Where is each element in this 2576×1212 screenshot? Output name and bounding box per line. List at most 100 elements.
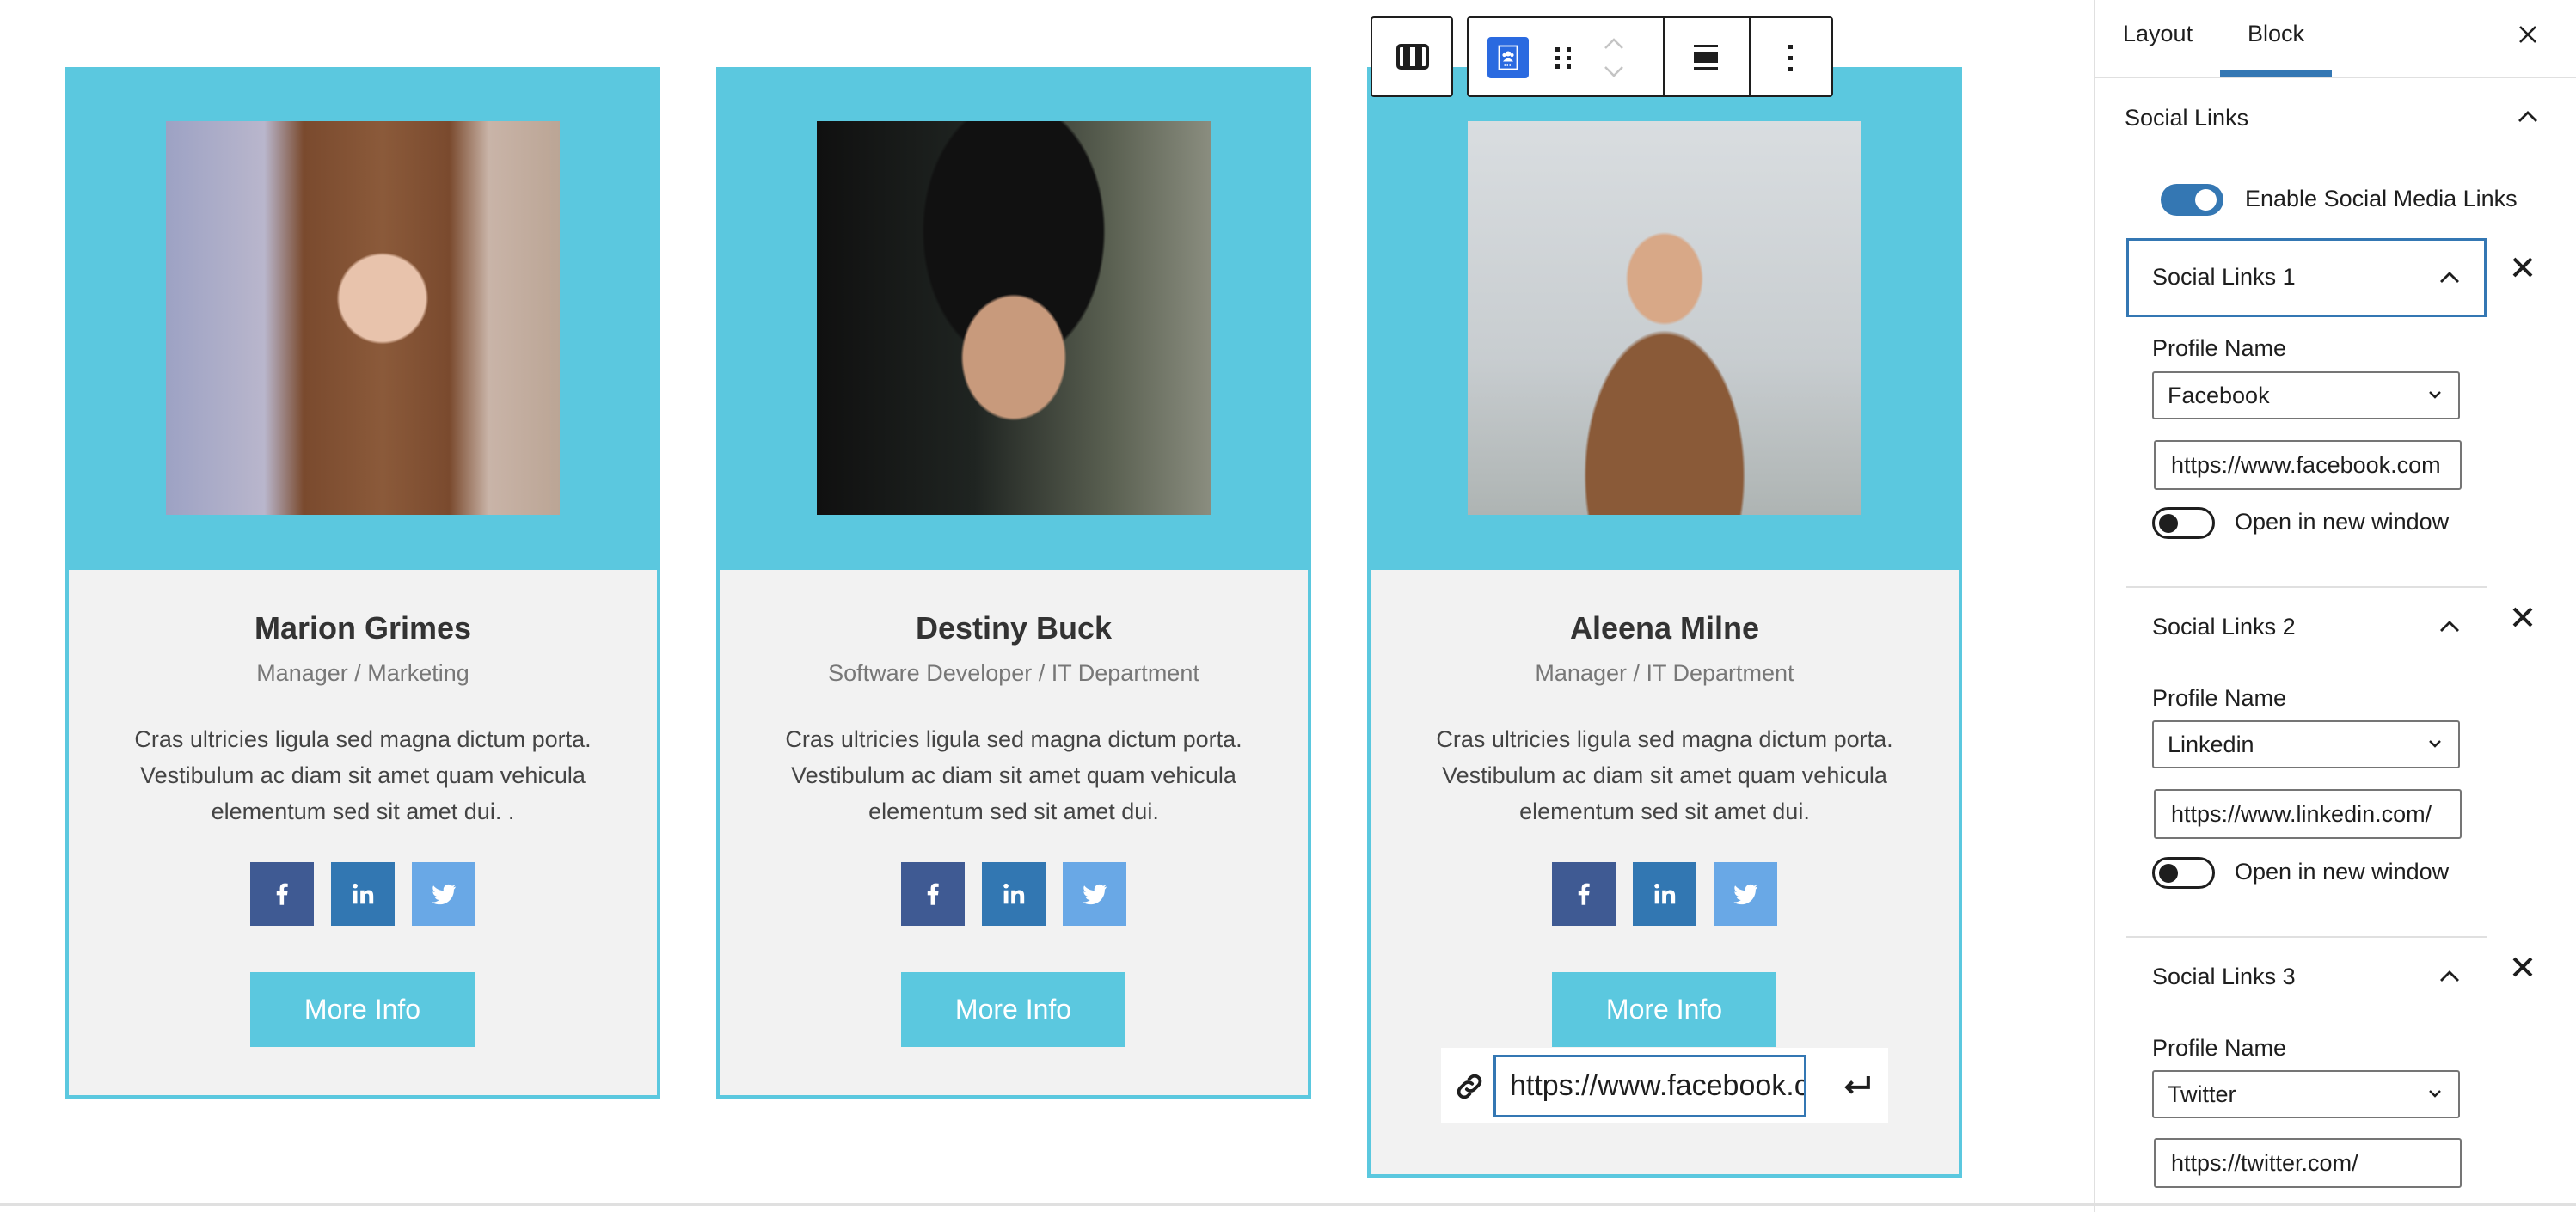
member-description[interactable]: Cras ultricies ligula sed magna dictum p… (103, 721, 623, 829)
member-description[interactable]: Cras ultricies ligula sed magna dictum p… (1405, 721, 1924, 829)
submit-link-button[interactable] (1838, 1067, 1876, 1105)
social-links (69, 862, 657, 926)
canvas-bottom-border (0, 1203, 2094, 1206)
sidebar-bottom-border (2095, 1203, 2576, 1206)
select-value: Linkedin (2168, 731, 2254, 757)
enable-social-label: Enable Social Media Links (2245, 186, 2518, 211)
section-divider (2126, 586, 2487, 588)
enable-social-toggle[interactable] (2161, 184, 2223, 216)
open-new-window-label: Open in new window (2235, 859, 2450, 885)
active-tab-indicator (2220, 70, 2332, 77)
member-photo[interactable] (1468, 121, 1861, 515)
twitter-icon (1731, 879, 1760, 909)
chevron-down-icon (2429, 740, 2441, 748)
social-links (1371, 862, 1959, 926)
link-icon (1453, 1070, 1486, 1103)
link-url-input[interactable] (1493, 1055, 1806, 1117)
select-parent-button[interactable] (1371, 16, 1453, 97)
link-popover (1441, 1048, 1888, 1123)
block-settings-sidebar: Layout Block Social Links Enable Social … (2094, 0, 2576, 1212)
twitter-icon (429, 879, 458, 909)
more-info-button[interactable]: More Info (250, 972, 475, 1047)
profile-name-select[interactable]: Facebook (2152, 371, 2460, 419)
twitter-link[interactable] (1714, 862, 1777, 926)
chevron-down-icon (2429, 391, 2441, 399)
facebook-link[interactable] (1552, 862, 1616, 926)
move-up-button[interactable] (1599, 34, 1628, 54)
tabs-divider (2095, 77, 2576, 78)
chevron-up-icon[interactable] (2438, 970, 2461, 983)
facebook-link[interactable] (250, 862, 314, 926)
social-link-3-title[interactable]: Social Links 3 (2152, 964, 2296, 990)
select-value: Facebook (2168, 382, 2270, 408)
more-info-button[interactable]: More Info (1552, 972, 1776, 1047)
profile-name-select[interactable]: Linkedin (2152, 720, 2460, 768)
linkedin-link[interactable] (331, 862, 395, 926)
move-down-button[interactable] (1599, 61, 1628, 82)
collapse-panel-icon[interactable] (2517, 110, 2539, 124)
card-header (1371, 70, 1959, 570)
align-wide-icon[interactable] (1690, 42, 1721, 73)
open-new-window-toggle[interactable] (2152, 857, 2215, 889)
more-options-icon[interactable] (1778, 40, 1804, 75)
member-role[interactable]: Software Developer / IT Department (720, 660, 1308, 687)
toolbar-divider (1663, 18, 1665, 95)
profile-url-input[interactable]: https://twitter.com/ (2154, 1138, 2462, 1188)
toggle-knob (2159, 864, 2178, 883)
chevron-up-icon[interactable] (2438, 271, 2461, 285)
block-toolbar (1467, 16, 1833, 97)
social-links (720, 862, 1308, 926)
linkedin-icon (999, 879, 1028, 909)
remove-social-link-2-button[interactable] (2510, 604, 2536, 630)
member-photo[interactable] (166, 121, 560, 515)
member-description[interactable]: Cras ultricies ligula sed magna dictum p… (754, 721, 1273, 829)
drag-handle-icon[interactable] (1548, 42, 1579, 73)
chevron-down-icon (2429, 1090, 2441, 1098)
linkedin-icon (348, 879, 377, 909)
open-new-window-label: Open in new window (2235, 509, 2450, 535)
twitter-link[interactable] (412, 862, 475, 926)
member-name[interactable]: Destiny Buck (720, 610, 1308, 646)
twitter-icon (1080, 879, 1109, 909)
facebook-icon (1569, 879, 1598, 909)
columns-icon (1396, 44, 1429, 70)
facebook-icon (267, 879, 297, 909)
remove-social-link-1-button[interactable] (2510, 254, 2536, 280)
select-value: Twitter (2168, 1080, 2236, 1107)
team-member-icon[interactable] (1487, 37, 1529, 78)
tab-layout[interactable]: Layout (2123, 21, 2193, 47)
remove-social-link-3-button[interactable] (2510, 954, 2536, 980)
profile-url-input[interactable]: https://www.linkedin.com/ (2154, 789, 2462, 839)
team-member-card-3[interactable]: Aleena Milne Manager / IT Department Cra… (1367, 67, 1962, 1178)
member-name[interactable]: Aleena Milne (1371, 610, 1959, 646)
twitter-link[interactable] (1063, 862, 1126, 926)
more-info-button[interactable]: More Info (901, 972, 1125, 1047)
facebook-icon (918, 879, 948, 909)
profile-name-label: Profile Name (2152, 685, 2287, 711)
member-role[interactable]: Manager / Marketing (69, 660, 657, 687)
chevron-up-icon[interactable] (2438, 620, 2461, 634)
profile-name-label: Profile Name (2152, 335, 2287, 361)
card-header (69, 70, 657, 570)
close-sidebar-button[interactable] (2517, 23, 2539, 46)
facebook-link[interactable] (901, 862, 965, 926)
toggle-knob (2159, 514, 2178, 533)
linkedin-icon (1650, 879, 1679, 909)
team-member-card-1[interactable]: Marion Grimes Manager / Marketing Cras u… (65, 67, 660, 1099)
card-header (720, 70, 1308, 570)
linkedin-link[interactable] (1633, 862, 1696, 926)
panel-title[interactable]: Social Links (2125, 105, 2248, 132)
tab-block[interactable]: Block (2248, 21, 2304, 47)
member-role[interactable]: Manager / IT Department (1371, 660, 1959, 687)
team-member-card-2[interactable]: Destiny Buck Software Developer / IT Dep… (716, 67, 1311, 1099)
member-photo[interactable] (817, 121, 1211, 515)
profile-url-input[interactable]: https://www.facebook.com (2154, 440, 2462, 490)
toolbar-divider (1749, 18, 1751, 95)
profile-name-label: Profile Name (2152, 1035, 2287, 1061)
social-link-2-title[interactable]: Social Links 2 (2152, 614, 2296, 640)
open-new-window-toggle[interactable] (2152, 507, 2215, 539)
profile-name-select[interactable]: Twitter (2152, 1070, 2460, 1118)
section-divider (2126, 936, 2487, 938)
linkedin-link[interactable] (982, 862, 1046, 926)
member-name[interactable]: Marion Grimes (69, 610, 657, 646)
